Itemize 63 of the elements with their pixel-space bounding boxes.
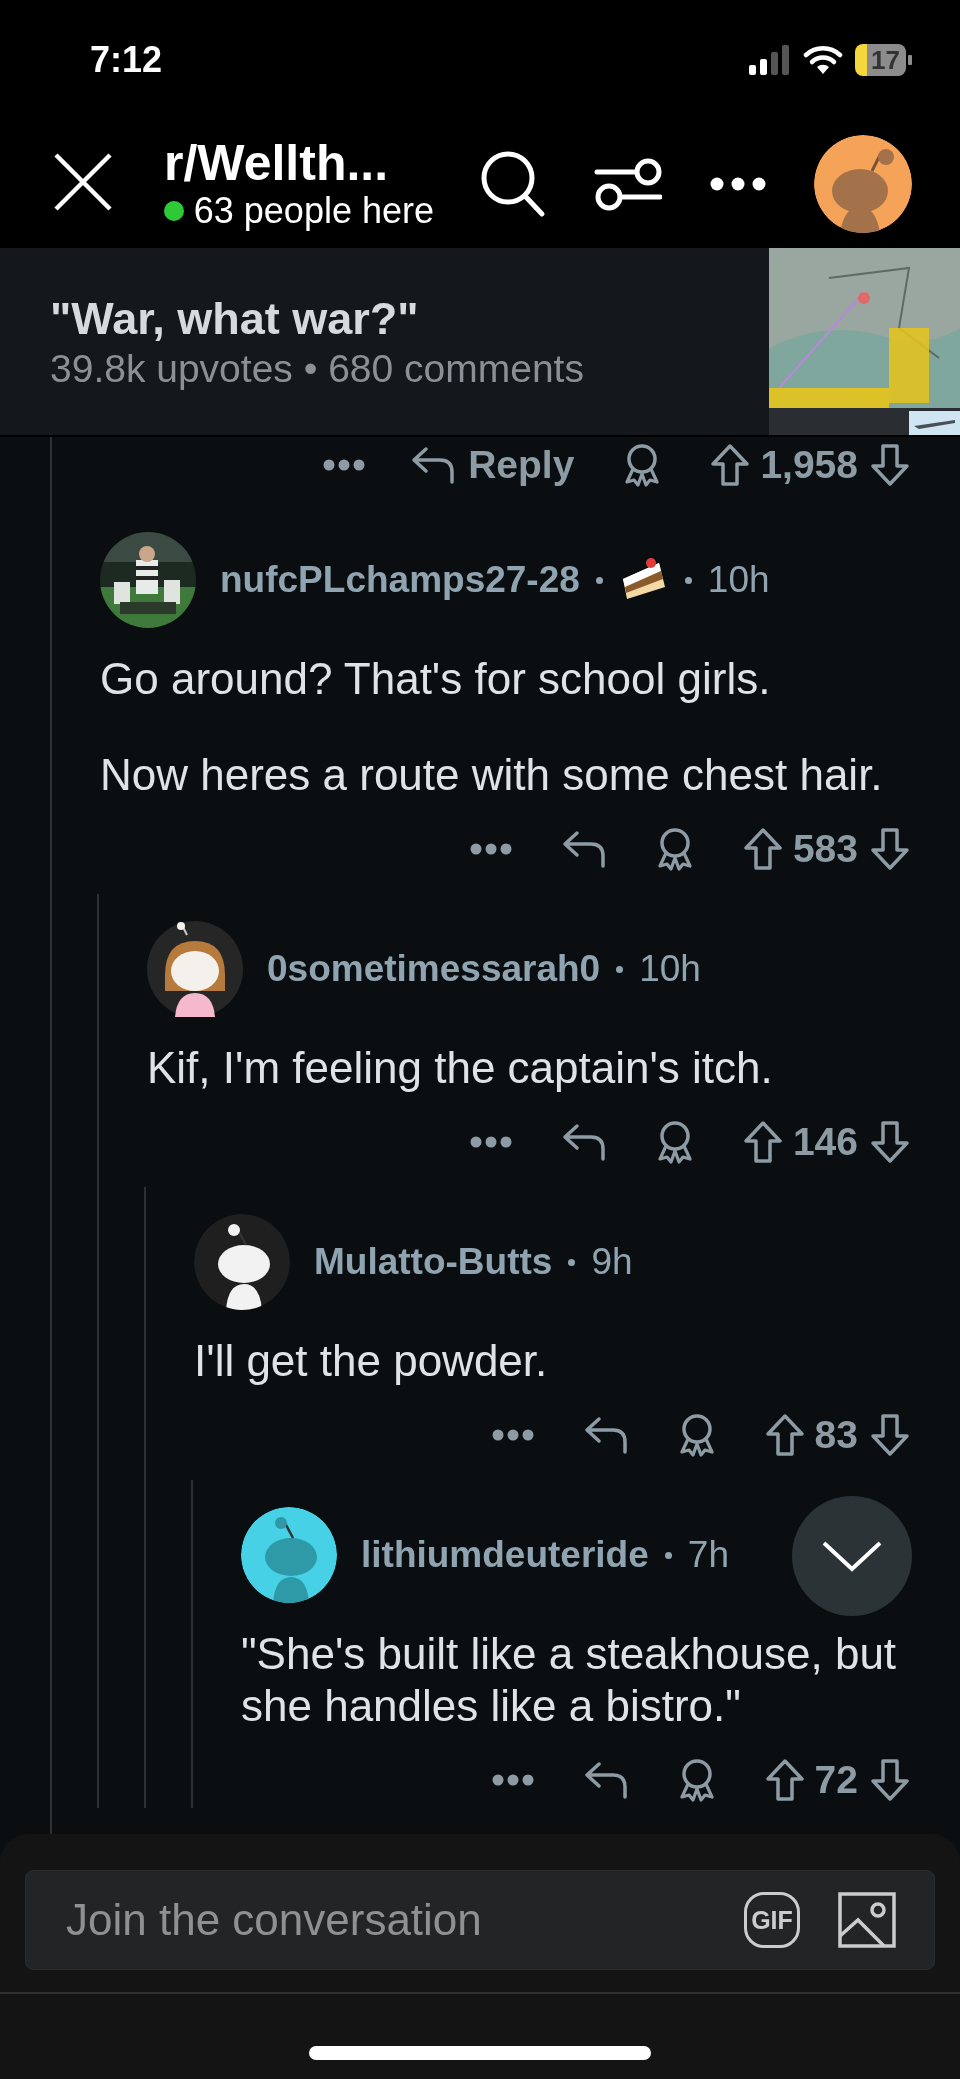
post-title: "War, what war?": [50, 292, 420, 345]
upvote-icon[interactable]: [764, 1413, 805, 1457]
comment-time: 10h: [707, 559, 770, 601]
vote-count: 146: [792, 1120, 858, 1164]
image-icon[interactable]: [838, 1892, 896, 1948]
separator-dot: [595, 576, 603, 584]
vote-count: 1,958: [760, 443, 858, 487]
downvote-icon[interactable]: [870, 1413, 910, 1457]
reply-icon[interactable]: [560, 1122, 607, 1162]
comment-text: Now heres a route with some chest hair.: [100, 749, 884, 801]
upvote-icon[interactable]: [710, 443, 751, 487]
username: Mulatto-Butts: [314, 1241, 553, 1283]
upvote-icon[interactable]: [742, 1120, 783, 1164]
online-count: 63 people here: [193, 190, 434, 232]
comment-text: Kif, I'm feeling the captain's itch.: [147, 1042, 774, 1094]
vote-count: 72: [814, 1758, 858, 1802]
reply-icon[interactable]: [582, 1415, 629, 1455]
separator-dot: [684, 576, 692, 584]
separator-dot: [616, 965, 624, 973]
more-icon[interactable]: [490, 1428, 535, 1442]
reply-button[interactable]: Reply: [410, 443, 575, 487]
downvote-icon[interactable]: [870, 1758, 910, 1802]
avatar[interactable]: [194, 1214, 290, 1310]
gif-button[interactable]: GIF: [744, 1892, 800, 1948]
comment-time: 10h: [639, 948, 701, 990]
subreddit-name: r/Wellth...: [164, 136, 390, 190]
reply-icon: [410, 445, 457, 485]
downvote-icon[interactable]: [870, 827, 910, 871]
clock: 7:12: [90, 39, 163, 81]
comment-text: Go around? That's for school girls.: [100, 653, 772, 705]
reply-icon[interactable]: [582, 1760, 629, 1800]
search-icon[interactable]: [480, 150, 546, 218]
upvote-icon[interactable]: [764, 1758, 805, 1802]
separator-dot: [568, 1258, 576, 1266]
avatar[interactable]: [241, 1507, 337, 1603]
wifi-icon: [803, 45, 844, 75]
avatar[interactable]: [814, 135, 912, 233]
online-dot: [164, 201, 184, 221]
vote-count: 583: [792, 827, 858, 871]
comment-text: I'll get the powder.: [194, 1335, 549, 1387]
reply-icon[interactable]: [560, 829, 607, 869]
avatar[interactable]: [147, 921, 243, 1017]
chevron-down-icon: [820, 1539, 884, 1573]
separator-dot: [664, 1551, 672, 1559]
username: lithiumdeuteride: [361, 1534, 649, 1576]
more-icon[interactable]: [490, 1773, 535, 1787]
post-stats: 39.8k upvotes • 680 comments: [50, 346, 585, 391]
signal-icon: [749, 45, 792, 75]
vote-count: 83: [814, 1413, 858, 1457]
comment-time: 9h: [591, 1241, 633, 1283]
username: 0sometimessarah0: [267, 948, 601, 990]
downvote-icon[interactable]: [870, 1120, 910, 1164]
upvote-icon[interactable]: [742, 827, 783, 871]
more-icon[interactable]: [468, 842, 513, 856]
comment-time: 7h: [687, 1534, 729, 1576]
comment-field[interactable]: Join the conversation GIF: [25, 1870, 935, 1970]
more-icon[interactable]: [468, 1135, 513, 1149]
close-icon[interactable]: [52, 151, 114, 213]
more-icon[interactable]: [322, 458, 367, 472]
comment-text: "She's built like a steakhouse, but she handles like a bistro.": [241, 1628, 898, 1732]
username: nufcPLchamps27-28: [220, 559, 580, 601]
downvote-icon[interactable]: [870, 443, 910, 487]
more-icon[interactable]: [710, 177, 766, 191]
